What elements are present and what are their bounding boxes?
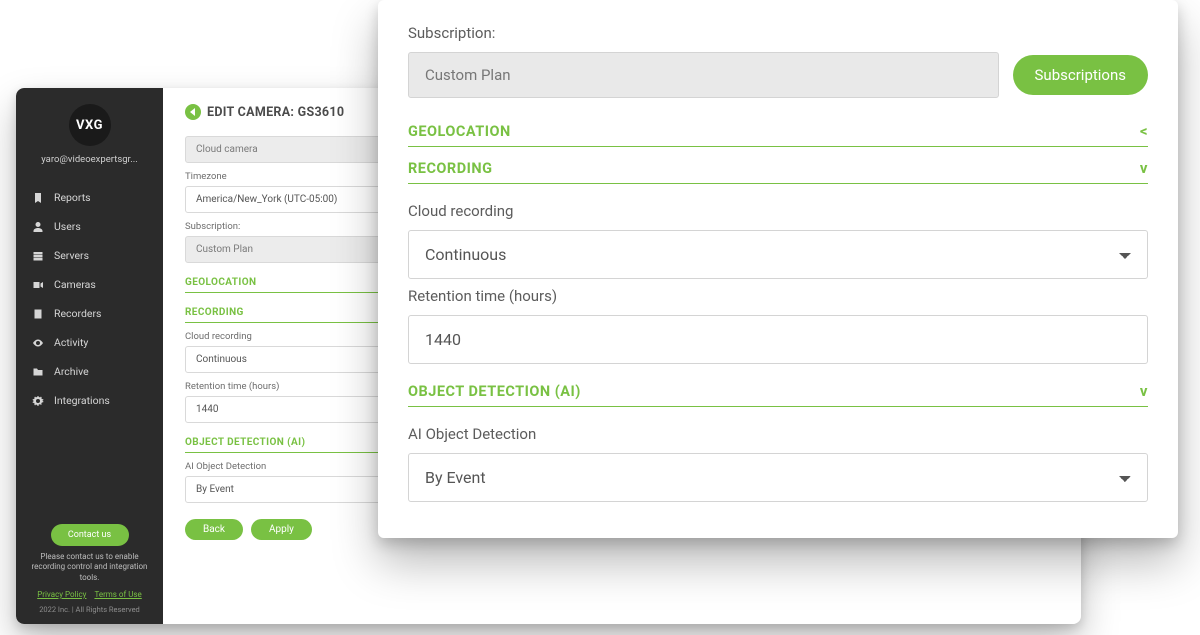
sidebar-item-label: Cameras bbox=[54, 278, 96, 291]
sidebar-note: Please contact us to enable recording co… bbox=[16, 552, 163, 584]
folder-icon bbox=[32, 366, 44, 378]
sidebar-links: Privacy Policy Terms of Use bbox=[16, 590, 163, 599]
terms-of-use-link[interactable]: Terms of Use bbox=[94, 590, 141, 599]
section-geolocation-title: GEOLOCATION bbox=[408, 123, 511, 140]
section-geolocation[interactable]: GEOLOCATION < bbox=[408, 116, 1148, 147]
section-object-detection[interactable]: OBJECT DETECTION (AI) v bbox=[408, 376, 1148, 407]
sidebar-item-servers[interactable]: Servers bbox=[16, 241, 163, 270]
section-object-detection-body: AI Object Detection By Event bbox=[408, 407, 1148, 508]
sidebar-item-activity[interactable]: Activity bbox=[16, 328, 163, 357]
sidebar-item-label: Archive bbox=[54, 365, 89, 378]
server-icon bbox=[32, 250, 44, 262]
retention-label: Retention time (hours) bbox=[408, 287, 1148, 305]
chevron-down-icon: v bbox=[1140, 159, 1148, 177]
ai-detection-select[interactable]: By Event bbox=[408, 453, 1148, 502]
sidebar-item-label: Activity bbox=[54, 336, 88, 349]
sidebar-nav: Reports Users Servers Cameras Recorders … bbox=[16, 183, 163, 415]
sidebar-item-label: Users bbox=[54, 220, 81, 233]
section-recording-title: RECORDING bbox=[408, 160, 493, 177]
back-icon[interactable] bbox=[185, 104, 201, 120]
camera-icon bbox=[32, 279, 44, 291]
contact-us-button[interactable]: Contact us bbox=[51, 524, 129, 546]
sidebar-spacer bbox=[16, 415, 163, 518]
sidebar-item-recorders[interactable]: Recorders bbox=[16, 299, 163, 328]
recorder-icon bbox=[32, 308, 44, 320]
logo-text: VXG bbox=[69, 104, 111, 146]
section-object-detection-title: OBJECT DETECTION (AI) bbox=[408, 383, 581, 400]
user-icon bbox=[32, 221, 44, 233]
subscription-label: Subscription: bbox=[408, 24, 1148, 42]
eye-icon bbox=[32, 337, 44, 349]
ai-detection-label: AI Object Detection bbox=[408, 425, 1148, 443]
subscription-row: Subscriptions bbox=[408, 52, 1148, 98]
sidebar-item-archive[interactable]: Archive bbox=[16, 357, 163, 386]
page-title: EDIT CAMERA: GS3610 bbox=[207, 105, 344, 120]
sidebar-item-users[interactable]: Users bbox=[16, 212, 163, 241]
chevron-down-icon: v bbox=[1140, 382, 1148, 400]
brand-logo: VXG bbox=[16, 104, 163, 146]
privacy-policy-link[interactable]: Privacy Policy bbox=[37, 590, 86, 599]
sidebar-item-label: Recorders bbox=[54, 307, 101, 320]
user-email: yaro@videoexpertsgr... bbox=[16, 154, 163, 165]
sidebar-item-integrations[interactable]: Integrations bbox=[16, 386, 163, 415]
gears-icon bbox=[32, 395, 44, 407]
retention-input[interactable] bbox=[408, 315, 1148, 364]
subscriptions-button[interactable]: Subscriptions bbox=[1013, 55, 1148, 95]
sidebar-copyright: 2022 Inc. | All Rights Reserved bbox=[16, 605, 163, 614]
subscription-field bbox=[408, 52, 999, 98]
bookmark-icon bbox=[32, 192, 44, 204]
sidebar-item-label: Servers bbox=[54, 249, 89, 262]
sidebar-item-cameras[interactable]: Cameras bbox=[16, 270, 163, 299]
cloud-recording-label: Cloud recording bbox=[408, 202, 1148, 220]
cloud-recording-select[interactable]: Continuous bbox=[408, 230, 1148, 279]
apply-button[interactable]: Apply bbox=[251, 519, 312, 540]
chevron-left-icon: < bbox=[1140, 122, 1148, 140]
back-button[interactable]: Back bbox=[185, 519, 243, 540]
sidebar-item-label: Integrations bbox=[54, 394, 110, 407]
section-recording[interactable]: RECORDING v bbox=[408, 153, 1148, 184]
sidebar-item-label: Reports bbox=[54, 191, 91, 204]
sidebar: VXG yaro@videoexpertsgr... Reports Users… bbox=[16, 88, 163, 624]
section-recording-body: Cloud recording Continuous Retention tim… bbox=[408, 184, 1148, 370]
overlay-detail-card: Subscription: Subscriptions GEOLOCATION … bbox=[378, 0, 1178, 538]
sidebar-item-reports[interactable]: Reports bbox=[16, 183, 163, 212]
